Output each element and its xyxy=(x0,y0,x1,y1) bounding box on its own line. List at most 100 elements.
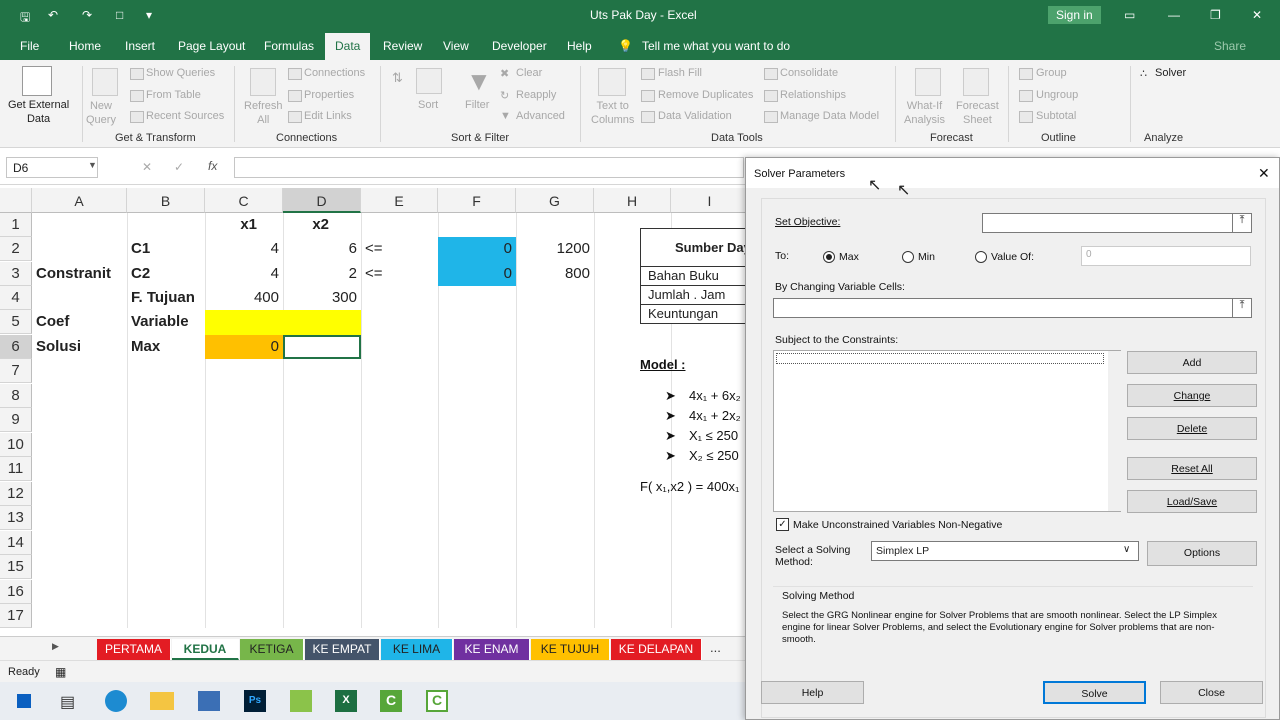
cell-A3[interactable]: Constranit xyxy=(32,262,127,286)
row-header[interactable]: 5 xyxy=(0,310,32,334)
row-header[interactable]: 12 xyxy=(0,482,32,506)
cell-B3[interactable]: C2 xyxy=(127,262,205,286)
tab-file[interactable]: File xyxy=(20,39,39,53)
cell-C4[interactable]: 400 xyxy=(205,286,283,310)
clear-button[interactable]: Clear xyxy=(516,67,542,79)
cell-D2[interactable]: 6 xyxy=(283,237,361,261)
cell-D3[interactable]: 2 xyxy=(283,262,361,286)
get-external-data-button[interactable]: Get External Data xyxy=(8,98,69,126)
close-button[interactable]: Close xyxy=(1160,681,1263,704)
more-tabs-button[interactable]: ... xyxy=(710,640,721,655)
constraints-list[interactable] xyxy=(773,350,1121,512)
excel-icon[interactable]: X xyxy=(335,690,357,712)
file-explorer-icon[interactable] xyxy=(150,692,174,710)
row-header[interactable]: 9 xyxy=(0,408,32,432)
row-header[interactable]: 15 xyxy=(0,555,32,579)
tab-developer[interactable]: Developer xyxy=(492,39,547,53)
cancel-icon[interactable]: ✕ xyxy=(142,160,152,174)
row-header[interactable]: 10 xyxy=(0,433,32,457)
solve-button[interactable]: Solve xyxy=(1043,681,1146,704)
camtasia-icon[interactable]: C xyxy=(380,690,402,712)
column-header[interactable]: C xyxy=(205,188,283,213)
filter-button[interactable]: Filter xyxy=(465,99,489,111)
help-button[interactable]: Help xyxy=(761,681,864,704)
cell-E2[interactable]: <= xyxy=(361,237,438,261)
select-all-corner[interactable] xyxy=(0,188,32,213)
scroll-tabs-right-icon[interactable]: ▶ xyxy=(52,641,59,652)
manage-data-model-button[interactable]: Manage Data Model xyxy=(780,110,879,122)
add-button[interactable]: Add xyxy=(1127,351,1257,374)
row-header[interactable]: 7 xyxy=(0,359,32,383)
row-header[interactable]: 14 xyxy=(0,531,32,555)
ribbon-display-icon[interactable]: ▭ xyxy=(1124,8,1135,22)
tab-help[interactable]: Help xyxy=(567,39,592,53)
row-header[interactable]: 16 xyxy=(0,580,32,604)
cell-C2[interactable]: 4 xyxy=(205,237,283,261)
row-header[interactable]: 6 xyxy=(0,335,32,359)
enter-icon[interactable]: ✓ xyxy=(174,160,184,174)
forecast-sheet-button[interactable]: Forecast Sheet xyxy=(956,99,999,127)
flash-fill-button[interactable]: Flash Fill xyxy=(658,67,702,79)
cell-B5[interactable]: Variable xyxy=(127,310,205,334)
consolidate-button[interactable]: Consolidate xyxy=(780,67,838,79)
column-header[interactable]: E xyxy=(361,188,438,213)
collapse-dialog-icon[interactable]: ⤒ xyxy=(1232,213,1252,233)
properties-button[interactable]: Properties xyxy=(304,89,354,101)
solving-method-select[interactable]: Simplex LP xyxy=(871,541,1139,561)
column-header[interactable]: I xyxy=(671,188,749,213)
close-window-icon[interactable]: ✕ xyxy=(1252,8,1262,22)
cell-F3[interactable]: 0 xyxy=(438,262,516,286)
reset-all-button[interactable]: Reset All xyxy=(1127,457,1257,480)
nonneg-checkbox[interactable]: ✓ xyxy=(776,518,789,531)
what-if-analysis-button[interactable]: What-If Analysis xyxy=(904,99,945,127)
cell-C3[interactable]: 4 xyxy=(205,262,283,286)
reapply-button[interactable]: Reapply xyxy=(516,89,556,101)
load-save-button[interactable]: Load/Save xyxy=(1127,490,1257,513)
sheet-tab-ke-tujuh[interactable]: KE TUJUH xyxy=(531,639,610,660)
tab-view[interactable]: View xyxy=(443,39,469,53)
insert-function-icon[interactable]: fx xyxy=(208,159,217,173)
constraints-scrollbar[interactable] xyxy=(1108,351,1121,511)
cell-G3[interactable]: 800 xyxy=(516,262,594,286)
change-button[interactable]: Change xyxy=(1127,384,1257,407)
set-objective-input[interactable] xyxy=(982,213,1234,233)
tab-review[interactable]: Review xyxy=(383,39,422,53)
tab-data[interactable]: Data xyxy=(325,33,371,60)
macro-record-icon[interactable]: ▦ xyxy=(55,665,66,679)
photoshop-icon[interactable]: Ps xyxy=(244,690,266,712)
sheet-tab-pertama[interactable]: PERTAMA xyxy=(97,639,171,660)
sort-button[interactable]: Sort xyxy=(418,99,438,111)
customize-icon[interactable]: ▾ xyxy=(146,8,152,22)
edit-links-button[interactable]: Edit Links xyxy=(304,110,352,122)
worksheet-grid[interactable]: A B C D E F G H I 1 2 3 4 5 6 7 8 9 10 1… xyxy=(0,188,749,628)
cell-E3[interactable]: <= xyxy=(361,262,438,286)
tab-page-layout[interactable]: Page Layout xyxy=(178,39,245,53)
mail-icon[interactable] xyxy=(198,691,220,711)
app-icon[interactable] xyxy=(290,690,312,712)
cell-B6[interactable]: Max xyxy=(127,335,205,359)
cell-C1[interactable]: x1 xyxy=(205,213,261,237)
remove-duplicates-button[interactable]: Remove Duplicates xyxy=(658,89,753,101)
ungroup-button[interactable]: Ungroup xyxy=(1036,89,1078,101)
cell-D1[interactable]: x2 xyxy=(283,213,333,237)
advanced-button[interactable]: Advanced xyxy=(516,110,565,122)
cell-B2[interactable]: C1 xyxy=(127,237,205,261)
sheet-tab-ke-delapan[interactable]: KE DELAPAN xyxy=(611,639,702,660)
row-header[interactable]: 17 xyxy=(0,604,32,628)
windows-start-icon[interactable] xyxy=(15,692,33,710)
row-header[interactable]: 8 xyxy=(0,384,32,408)
sheet-tab-ketiga[interactable]: KETIGA xyxy=(240,639,304,660)
cell-A6[interactable]: Solusi xyxy=(32,335,127,359)
redo-icon[interactable]: ↷ xyxy=(82,8,92,22)
column-header[interactable]: A xyxy=(32,188,127,213)
maximize-icon[interactable]: ❐ xyxy=(1210,8,1221,22)
tell-me-search[interactable]: Tell me what you want to do xyxy=(642,39,790,53)
row-header[interactable]: 2 xyxy=(0,237,32,261)
new-query-button[interactable]: New Query xyxy=(86,99,116,127)
save-icon[interactable]: 🖫 xyxy=(20,8,30,29)
delete-button[interactable]: Delete xyxy=(1127,417,1257,440)
cell-C6[interactable]: 0 xyxy=(205,335,283,359)
subtotal-button[interactable]: Subtotal xyxy=(1036,110,1076,122)
show-queries-button[interactable]: Show Queries xyxy=(146,67,215,79)
signin-button[interactable]: Sign in xyxy=(1048,6,1101,24)
